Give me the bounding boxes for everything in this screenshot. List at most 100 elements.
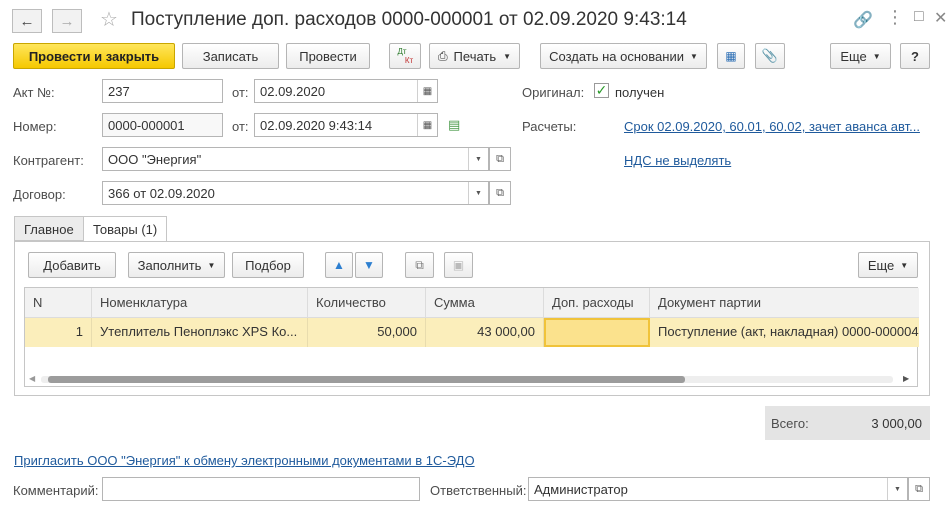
cell-sum[interactable]: 43 000,00 [426, 318, 544, 347]
scrollbar-thumb[interactable] [48, 376, 685, 383]
counterparty-label: Контрагент: [13, 153, 84, 168]
more-button[interactable]: Еще ▼ [830, 43, 891, 69]
calendar-button[interactable]: ▦ [417, 114, 437, 136]
arrow-left-icon: ← [19, 12, 35, 30]
column-header-sum[interactable]: Сумма [426, 288, 544, 318]
act-date-input[interactable]: 02.09.2020 ▦ [254, 79, 438, 103]
add-button[interactable]: Добавить [28, 252, 116, 278]
counterparty-value: ООО "Энергия" [108, 152, 202, 167]
cell-item[interactable]: Утеплитель Пеноплэкс XPS Ко... [92, 318, 308, 347]
structure-icon: ▦ [725, 49, 737, 63]
attach-button[interactable]: 📎 [755, 43, 785, 69]
arrow-right-icon: → [59, 12, 75, 30]
copy-icon: ⧉ [415, 257, 424, 272]
forward-button[interactable]: → [52, 9, 82, 33]
cell-quantity[interactable]: 50,000 [308, 318, 426, 347]
create-based-on-button[interactable]: Создать на основании ▼ [540, 43, 707, 69]
paste-icon: ▣ [452, 258, 465, 272]
goods-more-label: Еще [867, 257, 895, 273]
document-datetime-input[interactable]: 02.09.2020 9:43:14 ▦ [254, 113, 438, 137]
history-icon[interactable]: ▤ [448, 117, 460, 133]
horizontal-scrollbar[interactable] [41, 376, 893, 383]
close-icon[interactable]: ✕ [934, 8, 947, 28]
create-based-label: Создать на основании [549, 48, 684, 64]
document-datetime-value: 02.09.2020 9:43:14 [260, 118, 373, 133]
calendar-icon: ▦ [422, 85, 433, 97]
chevron-down-icon: ▼ [475, 189, 482, 197]
post-and-close-button[interactable]: Провести и закрыть [13, 43, 175, 69]
more-label: Еще [840, 48, 867, 64]
print-button[interactable]: ⎙ Печать ▼ [429, 43, 520, 69]
dt-kt-button[interactable]: Дт Кт [389, 43, 421, 69]
title-bar: ← → ☆ Поступление доп. расходов 0000-000… [0, 0, 950, 40]
back-button[interactable]: ← [12, 9, 42, 33]
open-window-icon: ⧉ [496, 152, 504, 165]
fill-label: Заполнить [137, 257, 202, 273]
help-button[interactable]: ? [900, 43, 930, 69]
number-input[interactable]: 0000-000001 [102, 113, 223, 137]
comment-label: Комментарий: [13, 483, 99, 498]
chevron-down-icon: ▼ [207, 260, 216, 270]
vat-link[interactable]: НДС не выделять [624, 153, 731, 168]
cell-n[interactable]: 1 [25, 318, 92, 347]
responsible-open-button[interactable]: ⧉ [908, 477, 930, 501]
more-dots-icon[interactable]: ⋮ [886, 7, 904, 28]
contract-input[interactable]: 366 от 02.09.2020 ▼ [102, 181, 489, 205]
post-button[interactable]: Провести [286, 43, 370, 69]
total-label: Всего: [771, 416, 809, 431]
move-up-button[interactable]: ▲ [325, 252, 353, 278]
total-box: Всего: 3 000,00 [765, 406, 930, 440]
checkmark-icon: ✓ [595, 82, 608, 98]
column-header-batch-document[interactable]: Документ партии [650, 288, 919, 318]
copy-button[interactable]: ⧉ [405, 252, 434, 278]
move-down-button[interactable]: ▼ [355, 252, 383, 278]
counterparty-input[interactable]: ООО "Энергия" ▼ [102, 147, 489, 171]
settlements-link[interactable]: Срок 02.09.2020, 60.01, 60.02, зачет ава… [624, 119, 920, 134]
chevron-down-icon: ▼ [475, 155, 482, 163]
total-value: 3 000,00 [871, 416, 922, 431]
scroll-left-icon[interactable]: ◀ [29, 374, 35, 383]
contract-open-button[interactable]: ⧉ [489, 181, 511, 205]
chevron-down-icon: ▼ [503, 51, 512, 61]
comment-input[interactable] [102, 477, 420, 501]
open-window-icon: ⧉ [496, 186, 504, 199]
tab-goods[interactable]: Товары (1) [83, 216, 168, 242]
responsible-input[interactable]: Администратор ▼ [528, 477, 908, 501]
contract-value: 366 от 02.09.2020 [108, 186, 215, 201]
cell-batch-document[interactable]: Поступление (акт, накладная) 0000-000004 [650, 318, 919, 347]
goods-table: N Номенклатура Количество Сумма Доп. рас… [24, 287, 919, 387]
act-number-label: Акт №: [13, 85, 55, 100]
link-icon[interactable]: 🔗 [853, 10, 873, 30]
cell-extra-costs[interactable] [544, 318, 650, 347]
kt-label: Кт [404, 56, 414, 65]
paste-button[interactable]: ▣ [444, 252, 473, 278]
counterparty-open-button[interactable]: ⧉ [489, 147, 511, 171]
column-header-extra-costs[interactable]: Доп. расходы [544, 288, 650, 318]
settlements-label: Расчеты: [522, 119, 577, 134]
window-title: Поступление доп. расходов 0000-000001 от… [131, 9, 687, 30]
contract-dropdown-button[interactable]: ▼ [468, 182, 488, 204]
column-header-item[interactable]: Номенклатура [92, 288, 308, 318]
pick-button[interactable]: Подбор [232, 252, 304, 278]
arrow-up-icon: ▲ [333, 258, 345, 272]
act-number-input[interactable]: 237 [102, 79, 223, 103]
tab-main[interactable]: Главное [14, 216, 84, 241]
calendar-button[interactable]: ▦ [417, 80, 437, 102]
fill-button[interactable]: Заполнить ▼ [128, 252, 225, 278]
favorite-star-icon[interactable]: ☆ [100, 7, 118, 32]
edo-invite-link[interactable]: Пригласить ООО "Энергия" к обмену электр… [14, 453, 475, 468]
printer-icon: ⎙ [437, 48, 448, 63]
structure-button[interactable]: ▦ [717, 43, 745, 69]
column-header-quantity[interactable]: Количество [308, 288, 426, 318]
number-date-from-label: от: [232, 119, 249, 134]
original-checkbox[interactable]: ✓ [594, 82, 609, 98]
save-button[interactable]: Записать [182, 43, 279, 69]
responsible-dropdown-button[interactable]: ▼ [887, 478, 907, 500]
chevron-down-icon: ▼ [872, 51, 881, 61]
maximize-icon[interactable]: □ [914, 8, 924, 26]
column-header-n[interactable]: N [25, 288, 92, 318]
scroll-right-icon[interactable]: ▶ [903, 374, 909, 383]
counterparty-dropdown-button[interactable]: ▼ [468, 148, 488, 170]
contract-label: Договор: [13, 187, 66, 202]
goods-more-button[interactable]: Еще ▼ [858, 252, 918, 278]
